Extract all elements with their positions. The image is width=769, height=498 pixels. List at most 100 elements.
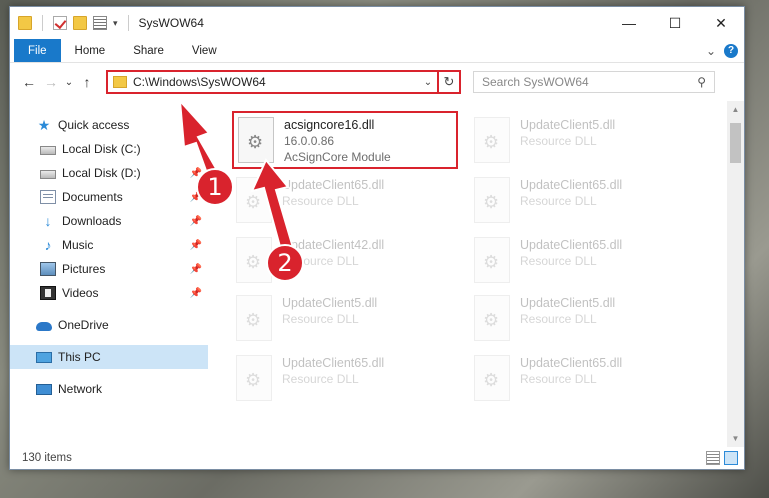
file-description: Resource DLL [282, 194, 359, 208]
back-button[interactable]: ← [18, 74, 40, 90]
forward-button[interactable]: → [40, 74, 62, 90]
pin-icon[interactable]: 📌 [190, 288, 202, 299]
tiles-view-icon[interactable] [724, 451, 738, 465]
maximize-button[interactable]: ☐ [652, 7, 698, 39]
up-button[interactable]: ↑ [76, 74, 98, 90]
file-item[interactable]: UpdateClient65.dll Resource DLL [232, 173, 462, 229]
pin-icon[interactable]: 📌 [190, 264, 202, 275]
file-name: UpdateClient65.dll [520, 238, 623, 252]
disk-icon [40, 170, 56, 179]
pin-icon[interactable]: 📌 [190, 240, 202, 251]
sidebar-item-label: Videos [62, 286, 99, 300]
sidebar-item-quick-access[interactable]: ★ Quick access [10, 113, 208, 137]
item-count: 130 items [22, 452, 72, 464]
cloud-icon [36, 322, 52, 331]
sidebar-item-pictures[interactable]: Pictures 📌 [10, 257, 208, 281]
file-item[interactable]: UpdateClient5.dll Resource DLL [232, 291, 462, 347]
navigation-pane: ★ Quick access Local Disk (C:) Local Dis… [10, 101, 208, 447]
new-folder-icon[interactable] [73, 16, 87, 30]
disk-icon [40, 146, 56, 155]
toolbar-dropdown-icon[interactable]: ▾ [113, 18, 118, 29]
search-icon[interactable]: ⚲ [697, 75, 706, 89]
computer-icon [36, 351, 52, 363]
step-1-badge: 1 [196, 168, 234, 206]
recent-locations-button[interactable]: ⌄ [62, 77, 76, 88]
file-name: UpdateClient5.dll [520, 118, 616, 132]
file-item[interactable]: UpdateClient65.dll Resource DLL [470, 233, 700, 289]
window-controls: — ☐ ✕ [606, 7, 744, 39]
sidebar-item-label: Local Disk (D:) [62, 166, 141, 180]
file-description: Resource DLL [282, 312, 359, 326]
file-name: UpdateClient65.dll [282, 356, 385, 370]
address-dropdown-icon[interactable]: ⌄ [419, 77, 437, 88]
minimize-button[interactable]: — [606, 7, 652, 39]
pictures-icon [40, 262, 56, 276]
window-title: SysWOW64 [138, 16, 204, 30]
sidebar-item-local-disk-d[interactable]: Local Disk (D:) 📌 [10, 161, 208, 185]
file-item[interactable]: UpdateClient65.dll Resource DLL [232, 351, 462, 407]
refresh-button[interactable]: ↻ [437, 71, 459, 93]
file-description: Resource DLL [520, 134, 597, 148]
file-description: Resource DLL [520, 312, 597, 326]
sidebar-item-label: Music [62, 238, 94, 252]
sidebar-item-label: Downloads [62, 214, 122, 228]
music-icon: ♪ [44, 237, 52, 253]
file-name: UpdateClient65.dll [282, 178, 385, 192]
expand-ribbon-icon[interactable]: ⌄ [706, 44, 716, 58]
tab-file[interactable]: File [14, 39, 61, 62]
sidebar-item-network[interactable]: Network [10, 377, 208, 401]
sidebar-item-documents[interactable]: Documents 📌 [10, 185, 208, 209]
dll-file-icon [474, 117, 510, 163]
help-icon[interactable]: ? [724, 43, 738, 58]
tab-view[interactable]: View [178, 39, 231, 62]
file-item[interactable]: acsigncore16.dll 16.0.0.86 AcSignCore Mo… [232, 111, 458, 169]
ribbon-right: ⌄ ? [706, 39, 744, 62]
sidebar-item-downloads[interactable]: ↓ Downloads 📌 [10, 209, 208, 233]
sidebar-item-onedrive[interactable]: OneDrive [10, 313, 208, 337]
file-item[interactable]: UpdateClient65.dll Resource DLL [470, 173, 700, 229]
file-version: 16.0.0.86 [284, 134, 335, 148]
dll-file-icon [474, 237, 510, 283]
folder-icon [18, 16, 32, 30]
file-item[interactable]: UpdateClient65.dll Resource DLL [470, 351, 700, 407]
scroll-down-icon[interactable]: ▼ [727, 430, 744, 447]
sidebar-item-label: Pictures [62, 262, 106, 276]
details-view-icon[interactable] [706, 451, 720, 465]
view-buttons [706, 451, 744, 465]
toolbar-separator [42, 15, 43, 31]
close-button[interactable]: ✕ [698, 7, 744, 39]
ribbon-tabs: File Home Share View ⌄ ? [10, 39, 744, 63]
dll-file-icon [236, 355, 272, 401]
main-area: ★ Quick access Local Disk (C:) Local Dis… [10, 101, 744, 447]
customize-toolbar-icon[interactable] [93, 16, 107, 30]
explorer-window: ▾ SysWOW64 — ☐ ✕ File Home Share View ⌄ … [9, 6, 745, 470]
sidebar-item-videos[interactable]: Videos 📌 [10, 281, 208, 305]
downloads-icon: ↓ [44, 213, 52, 229]
tab-share[interactable]: Share [119, 39, 178, 62]
pin-icon[interactable]: 📌 [190, 216, 202, 227]
file-item[interactable]: UpdateClient5.dll Resource DLL [470, 291, 700, 347]
status-bar: 130 items [10, 447, 744, 469]
sidebar-item-this-pc[interactable]: This PC [10, 345, 208, 369]
file-description: Resource DLL [520, 194, 597, 208]
tab-home[interactable]: Home [61, 39, 120, 62]
address-folder-icon [113, 76, 127, 88]
scrollbar-thumb[interactable] [730, 123, 741, 163]
network-icon [36, 383, 52, 395]
search-input[interactable]: Search SysWOW64 ⚲ [473, 71, 715, 93]
scroll-up-icon[interactable]: ▲ [727, 101, 744, 118]
sidebar-item-music[interactable]: ♪ Music 📌 [10, 233, 208, 257]
sidebar-item-local-disk-c[interactable]: Local Disk (C:) [10, 137, 208, 161]
search-placeholder[interactable]: Search SysWOW64 [482, 75, 697, 89]
vertical-scrollbar[interactable]: ▲ ▼ [727, 101, 744, 447]
address-bar[interactable]: C:\Windows\SysWOW64 ⌄ ↻ [106, 70, 461, 94]
properties-check-icon[interactable] [53, 16, 67, 30]
address-path[interactable]: C:\Windows\SysWOW64 [133, 75, 419, 89]
file-item[interactable]: UpdateClient5.dll Resource DLL [470, 113, 700, 169]
sidebar-item-label: Documents [62, 190, 123, 204]
step-2-badge: 2 [266, 244, 304, 282]
file-name: acsigncore16.dll [284, 118, 375, 132]
sidebar-item-label: Network [58, 382, 103, 396]
file-name: UpdateClient5.dll [282, 296, 378, 310]
file-description: Resource DLL [520, 372, 597, 386]
